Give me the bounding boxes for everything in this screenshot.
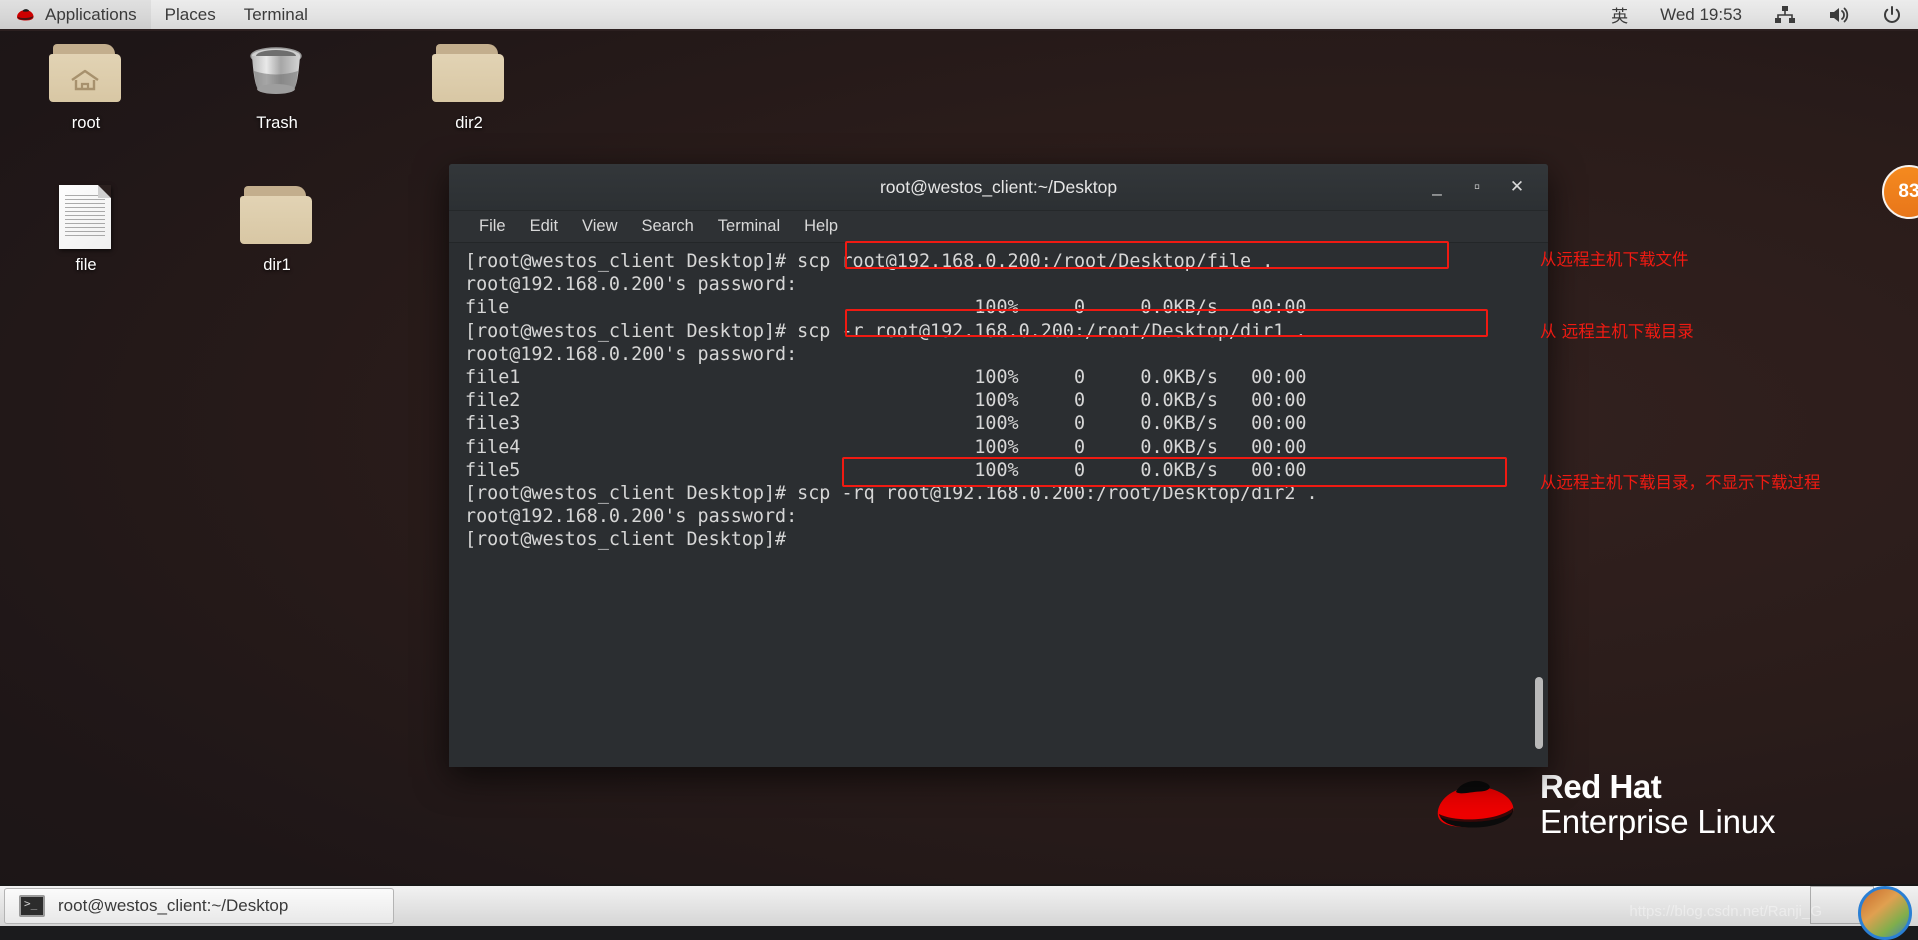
power-icon[interactable] (1866, 0, 1918, 30)
volume-glyph (1828, 6, 1850, 24)
power-glyph (1882, 5, 1902, 25)
brand-line-1: Red Hat (1540, 770, 1775, 805)
menu-search[interactable]: Search (630, 215, 706, 238)
redhat-hat-icon (1428, 772, 1524, 838)
applications-label: Applications (45, 5, 137, 25)
terminal-titlebar[interactable]: root@westos_client:~/Desktop _ ▫ ✕ (449, 164, 1548, 211)
clock-label: Wed 19:53 (1660, 5, 1742, 25)
folder-icon (432, 42, 506, 108)
menu-edit[interactable]: Edit (518, 215, 570, 238)
places-label: Places (165, 5, 216, 25)
desktop-icon-trash[interactable]: Trash (213, 42, 341, 133)
terminal-body[interactable]: [root@westos_client Desktop]# scp root@1… (449, 244, 1548, 767)
desktop-icon-label: dir1 (263, 256, 291, 275)
menu-terminal[interactable]: Terminal (706, 215, 792, 238)
desktop-icon-label: root (72, 114, 100, 133)
network-glyph (1774, 6, 1796, 24)
close-button[interactable]: ✕ (1508, 177, 1526, 197)
applications-menu[interactable]: Applications (0, 0, 151, 30)
menu-file[interactable]: File (467, 215, 518, 238)
terminal-title: root@westos_client:~/Desktop (449, 177, 1548, 198)
maximize-button[interactable]: ▫ (1468, 177, 1486, 197)
annotation-2: 从 远程主机下载目录 (1540, 318, 1694, 342)
annotation-1: 从远程主机下载文件 (1540, 246, 1689, 270)
home-folder-icon (49, 42, 123, 108)
clock[interactable]: Wed 19:53 (1644, 0, 1758, 30)
terminal-output: [root@westos_client Desktop]# scp root@1… (465, 250, 1522, 552)
desktop-icon-dir1[interactable]: dir1 (213, 184, 341, 275)
csdn-watermark: https://blog.csdn.net/Ranji_G (1629, 903, 1822, 920)
volume-icon[interactable] (1812, 0, 1866, 30)
redhat-branding: Red Hat Enterprise Linux (1428, 770, 1775, 840)
terminal-icon (19, 895, 45, 917)
window-controls: _ ▫ ✕ (1428, 177, 1548, 197)
desktop-icon-label: file (75, 256, 96, 275)
terminal-menubar: File Edit View Search Terminal Help (449, 211, 1548, 243)
side-badge-value: 83 (1898, 181, 1918, 203)
desktop-icon-label: Trash (256, 114, 298, 133)
brand-line-2: Enterprise Linux (1540, 805, 1775, 840)
network-icon[interactable] (1758, 0, 1812, 30)
menu-view[interactable]: View (570, 215, 629, 238)
redhat-wordmark: Red Hat Enterprise Linux (1540, 770, 1775, 840)
desktop-icon-root[interactable]: root (22, 42, 150, 133)
menu-help[interactable]: Help (792, 215, 850, 238)
desktop-icon-dir2[interactable]: dir2 (405, 42, 533, 133)
document-icon (49, 184, 123, 250)
top-panel-status-area: 英 Wed 19:53 (1595, 0, 1918, 30)
folder-icon (240, 184, 314, 250)
home-glyph (70, 69, 100, 91)
desktop-icon-label: dir2 (455, 114, 483, 133)
desktop-icon-file[interactable]: file (22, 184, 150, 275)
terminal-menu[interactable]: Terminal (230, 0, 322, 30)
taskbar-window-button[interactable]: root@westos_client:~/Desktop (4, 888, 394, 924)
terminal-window[interactable]: root@westos_client:~/Desktop _ ▫ ✕ File … (449, 164, 1548, 767)
places-menu[interactable]: Places (151, 0, 230, 30)
terminal-scrollbar-thumb[interactable] (1535, 677, 1543, 749)
watermark-avatar (1858, 886, 1912, 940)
side-badge[interactable]: 83 (1882, 165, 1918, 219)
top-panel: Applications Places Terminal 英 Wed 19:53 (0, 0, 1918, 31)
terminal-label: Terminal (244, 5, 308, 25)
input-method-label: 英 (1611, 2, 1628, 27)
trash-icon (240, 42, 314, 108)
trash-glyph (248, 46, 304, 100)
redhat-logo-icon (14, 7, 36, 23)
input-method-indicator[interactable]: 英 (1595, 0, 1644, 30)
taskbar-window-label: root@westos_client:~/Desktop (58, 896, 288, 916)
desktop: Applications Places Terminal 英 Wed 19:53 (0, 0, 1918, 926)
minimize-button[interactable]: _ (1428, 177, 1446, 197)
annotation-3: 从远程主机下载目录，不显示下载过程 (1540, 469, 1821, 493)
